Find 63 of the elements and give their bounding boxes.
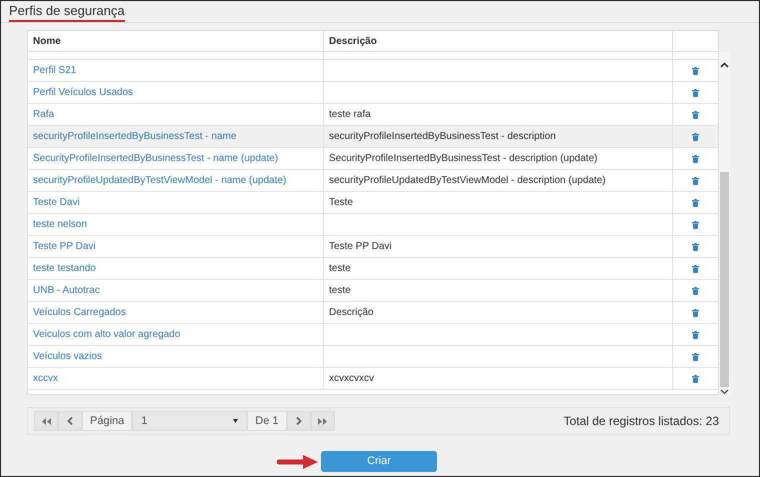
profile-link[interactable]: teste testando: [33, 261, 96, 276]
profile-link[interactable]: SecurityProfileInsertedByBusinessTest - name (update): [33, 151, 278, 166]
description-text: SecurityProfileInsertedByBusinessTest - description (update): [329, 152, 598, 166]
description-text: teste: [329, 262, 351, 276]
profile-link[interactable]: Teste Davi: [33, 195, 80, 210]
profile-link[interactable]: xccvx: [33, 371, 58, 386]
trash-icon[interactable]: [692, 154, 699, 162]
trash-icon[interactable]: [692, 198, 699, 206]
profile-link[interactable]: Teste PP Davi: [33, 239, 96, 254]
description-text: teste: [329, 284, 351, 298]
scrollbar-thumb[interactable]: [720, 172, 729, 388]
create-button[interactable]: Criar: [321, 451, 437, 472]
scroll-up-icon[interactable]: [720, 62, 729, 68]
description-text: Teste PP Davi: [329, 240, 392, 254]
highlighted-row[interactable]: securityProfileInsertedByBusinessTest - name securityProfileInsertedByBusinessTest - description: [28, 126, 718, 148]
profile-link[interactable]: securityProfileUpdatedByTestViewModel - name (update): [33, 173, 286, 188]
dropdown-caret-icon: [233, 419, 238, 423]
previous-page-button[interactable]: [58, 411, 82, 431]
first-page-icon: [42, 418, 50, 424]
trash-icon[interactable]: [692, 88, 699, 96]
first-page-button[interactable]: [34, 411, 58, 431]
chevron-left-icon: [67, 417, 73, 425]
scrollbar[interactable]: [719, 52, 730, 395]
chevron-right-icon: [296, 417, 302, 425]
profile-link[interactable]: teste nelson: [33, 217, 87, 232]
trash-icon[interactable]: [692, 132, 699, 140]
page-select[interactable]: 1: [132, 411, 248, 431]
trash-icon[interactable]: [692, 242, 699, 250]
trash-icon[interactable]: [692, 220, 699, 228]
description-text: teste rafa: [329, 108, 371, 122]
profile-link[interactable]: Veículos Carregados: [33, 305, 126, 320]
profile-link[interactable]: Veiculos com alto valor agregado: [33, 327, 180, 342]
trash-icon[interactable]: [692, 264, 699, 272]
page-count-label: De 1: [247, 411, 287, 431]
profile-link[interactable]: UNB - Autotrac: [33, 283, 100, 298]
trash-icon[interactable]: [692, 110, 699, 118]
column-header: Nome: [28, 31, 324, 51]
scroll-down-icon[interactable]: [720, 389, 729, 395]
description-text: Descrição: [329, 306, 374, 320]
trash-icon[interactable]: [692, 330, 699, 338]
trash-icon[interactable]: [692, 308, 699, 316]
trash-icon[interactable]: [692, 286, 699, 294]
pointer-arrow: [277, 454, 319, 470]
trash-icon[interactable]: [692, 352, 699, 360]
profile-link[interactable]: Perfil S21: [33, 63, 76, 78]
description-text: securityProfileUpdatedByTestViewModel - description (update): [329, 174, 606, 188]
last-page-button[interactable]: [310, 411, 335, 431]
profile-link[interactable]: Veículos vazios: [33, 349, 102, 364]
description-text: xcvxcvxcv: [329, 372, 374, 386]
next-page-button[interactable]: [286, 411, 311, 431]
trash-icon[interactable]: [692, 374, 699, 382]
profile-link[interactable]: Perfil Veículos Usados: [33, 85, 134, 100]
trash-icon[interactable]: [692, 66, 699, 74]
trash-icon[interactable]: [692, 176, 699, 184]
profile-link[interactable]: securityProfileInsertedByBusinessTest - name: [33, 129, 236, 144]
description-text: Teste: [329, 196, 353, 210]
column-header: Descrição: [324, 31, 673, 51]
last-page-icon: [318, 418, 328, 424]
page-label: Página: [82, 411, 132, 431]
record-total: Total de registros listados: 23: [564, 413, 720, 430]
profile-link[interactable]: Rafa: [33, 107, 54, 122]
description-text: securityProfileInsertedByBusinessTest - description: [329, 130, 556, 144]
page-title: Perfis de segurança: [9, 3, 125, 22]
